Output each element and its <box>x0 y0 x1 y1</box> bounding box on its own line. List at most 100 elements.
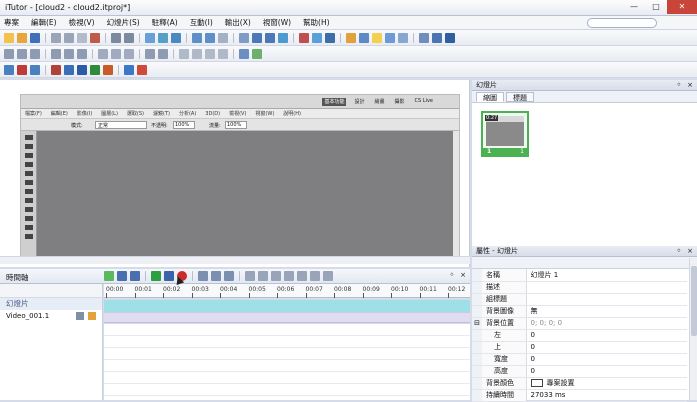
screenshot-frame[interactable]: 基本功能 設計 繪畫 攝影 CS Live 檔案(F) 編輯(E) 影像(I) … <box>20 94 460 264</box>
copy-icon[interactable] <box>64 33 74 43</box>
ungroup-icon[interactable] <box>218 49 228 59</box>
prop-value[interactable]: 無 <box>526 305 687 318</box>
stop-playback-icon[interactable] <box>164 271 174 281</box>
preview-icon[interactable] <box>171 33 181 43</box>
timeline-ruler[interactable]: 00:00 00:01 00:02 00:03 00:04 00:05 00:06 00:07… <box>104 284 470 298</box>
prop-value[interactable] <box>526 281 687 294</box>
prop-row[interactable]: 名稱 幻燈片 1 <box>472 269 687 282</box>
ps-ws-photo[interactable]: 攝影 <box>393 98 407 106</box>
prop-value-color[interactable]: 專案設置 <box>526 377 687 390</box>
marker-icon[interactable] <box>297 271 307 281</box>
help-circle-icon[interactable] <box>137 65 147 75</box>
record-icon[interactable] <box>239 33 249 43</box>
ps-menu-filter[interactable]: 濾鏡(T) <box>153 110 170 117</box>
prop-value[interactable]: 0 <box>526 341 687 354</box>
ps-ws-paint[interactable]: 繪畫 <box>373 98 387 106</box>
tab-titles[interactable]: 標題 <box>506 92 534 102</box>
paste-icon[interactable] <box>77 33 87 43</box>
fit-icon[interactable] <box>158 33 168 43</box>
timeline-close-icon[interactable]: × <box>460 271 466 279</box>
ps-ws-essentials[interactable]: 基本功能 <box>322 98 347 106</box>
snap-icon[interactable] <box>310 271 320 281</box>
tab-thumbnails[interactable]: 縮圖 <box>476 92 504 102</box>
split-icon[interactable] <box>245 271 255 281</box>
ps-menu-analysis[interactable]: 分析(A) <box>179 110 196 117</box>
zoom-icon[interactable] <box>145 33 155 43</box>
track-slide[interactable]: 幻燈片 <box>0 298 102 310</box>
shape-icon[interactable] <box>346 33 356 43</box>
powerpoint-icon[interactable] <box>103 65 113 75</box>
text-icon[interactable] <box>359 33 369 43</box>
ps-menu-help[interactable]: 說明(H) <box>283 110 301 117</box>
play-icon[interactable] <box>151 271 161 281</box>
prop-row[interactable]: 組標題 <box>472 293 687 306</box>
menu-output[interactable]: 輸出(X) <box>225 17 251 28</box>
zoom-in-icon[interactable] <box>198 271 208 281</box>
cut-clip-icon[interactable] <box>271 271 281 281</box>
video-icon[interactable] <box>432 33 442 43</box>
prop-row[interactable]: 寬度 0 <box>472 353 687 366</box>
properties-pin-icon[interactable]: ᛜ <box>677 246 681 257</box>
menu-slide[interactable]: 幻燈片(S) <box>107 17 140 28</box>
text-tool-icon[interactable] <box>24 234 33 239</box>
align-bottom-icon[interactable] <box>77 49 87 59</box>
track-video[interactable]: Video_001.1 <box>0 310 102 322</box>
undo-icon[interactable] <box>111 33 121 43</box>
ps-flow-input[interactable]: 100% <box>225 121 247 129</box>
publish-icon[interactable] <box>4 65 14 75</box>
ps-opacity-input[interactable]: 100% <box>173 121 195 129</box>
slide-dup-icon[interactable] <box>205 33 215 43</box>
group-icon[interactable] <box>205 49 215 59</box>
prop-value[interactable]: 幻燈片 1 <box>526 269 687 282</box>
menu-project[interactable]: 專案 <box>4 17 19 28</box>
timeline-pin-icon[interactable]: ᛜ <box>450 271 454 279</box>
visibility-icon[interactable] <box>76 312 84 320</box>
flash-icon[interactable] <box>445 33 455 43</box>
stamp-tool-icon[interactable] <box>24 198 33 203</box>
slide-track-bar[interactable] <box>104 300 470 313</box>
video-track-bar[interactable] <box>104 313 470 323</box>
brush-tool-icon[interactable] <box>24 189 33 194</box>
web-icon[interactable] <box>124 65 134 75</box>
bring-front-icon[interactable] <box>179 49 189 59</box>
image-icon[interactable] <box>385 33 395 43</box>
prop-row[interactable]: 背景顏色 專案設置 <box>472 377 687 390</box>
ps-scrollbar[interactable] <box>453 131 459 263</box>
slides-close-icon[interactable]: × <box>687 80 693 91</box>
stop-icon[interactable] <box>17 65 27 75</box>
ps-ws-design[interactable]: 設計 <box>352 98 366 106</box>
menu-edit[interactable]: 編輯(E) <box>31 17 57 28</box>
slides-pin-icon[interactable]: ᛜ <box>677 80 681 91</box>
eraser-tool-icon[interactable] <box>24 207 33 212</box>
same-size-icon[interactable] <box>124 49 134 59</box>
prop-row[interactable]: 描述 <box>472 281 687 294</box>
close-button[interactable]: ✕ <box>667 0 697 14</box>
import-icon[interactable] <box>312 33 322 43</box>
properties-close-icon[interactable]: × <box>687 246 693 257</box>
crop-tool-icon[interactable] <box>24 171 33 176</box>
delete-icon[interactable] <box>90 33 100 43</box>
ps-menu-file[interactable]: 檔案(F) <box>25 110 42 117</box>
prop-value[interactable]: 0 <box>526 353 687 366</box>
prop-row[interactable]: ⊟ 背景位置 0; 0; 0; 0 <box>472 317 687 330</box>
prop-value[interactable]: 0 <box>526 365 687 378</box>
refresh-icon[interactable] <box>299 33 309 43</box>
ps-menu-3d[interactable]: 3D(D) <box>205 111 220 117</box>
lasso-tool-icon[interactable] <box>24 153 33 158</box>
transition-icon[interactable] <box>239 49 249 59</box>
ps-workspace[interactable] <box>37 131 459 263</box>
prop-value[interactable] <box>526 293 687 306</box>
canvas-hscrollbar[interactable] <box>0 256 470 264</box>
ps-menu-layer[interactable]: 圖層(L) <box>101 110 118 117</box>
ps-cs-live[interactable]: CS Live <box>413 98 435 106</box>
crop-icon[interactable] <box>252 33 262 43</box>
word-icon[interactable] <box>77 65 87 75</box>
ps-menu-view[interactable]: 檢視(V) <box>229 110 246 117</box>
note-icon[interactable] <box>372 33 382 43</box>
send-back-icon[interactable] <box>192 49 202 59</box>
audio-icon[interactable] <box>419 33 429 43</box>
menu-annotation[interactable]: 駐釋(A) <box>152 17 178 28</box>
menu-view[interactable]: 檢視(V) <box>69 17 95 28</box>
prop-value[interactable]: 0; 0; 0; 0 <box>526 317 687 330</box>
frame-icon[interactable] <box>398 33 408 43</box>
